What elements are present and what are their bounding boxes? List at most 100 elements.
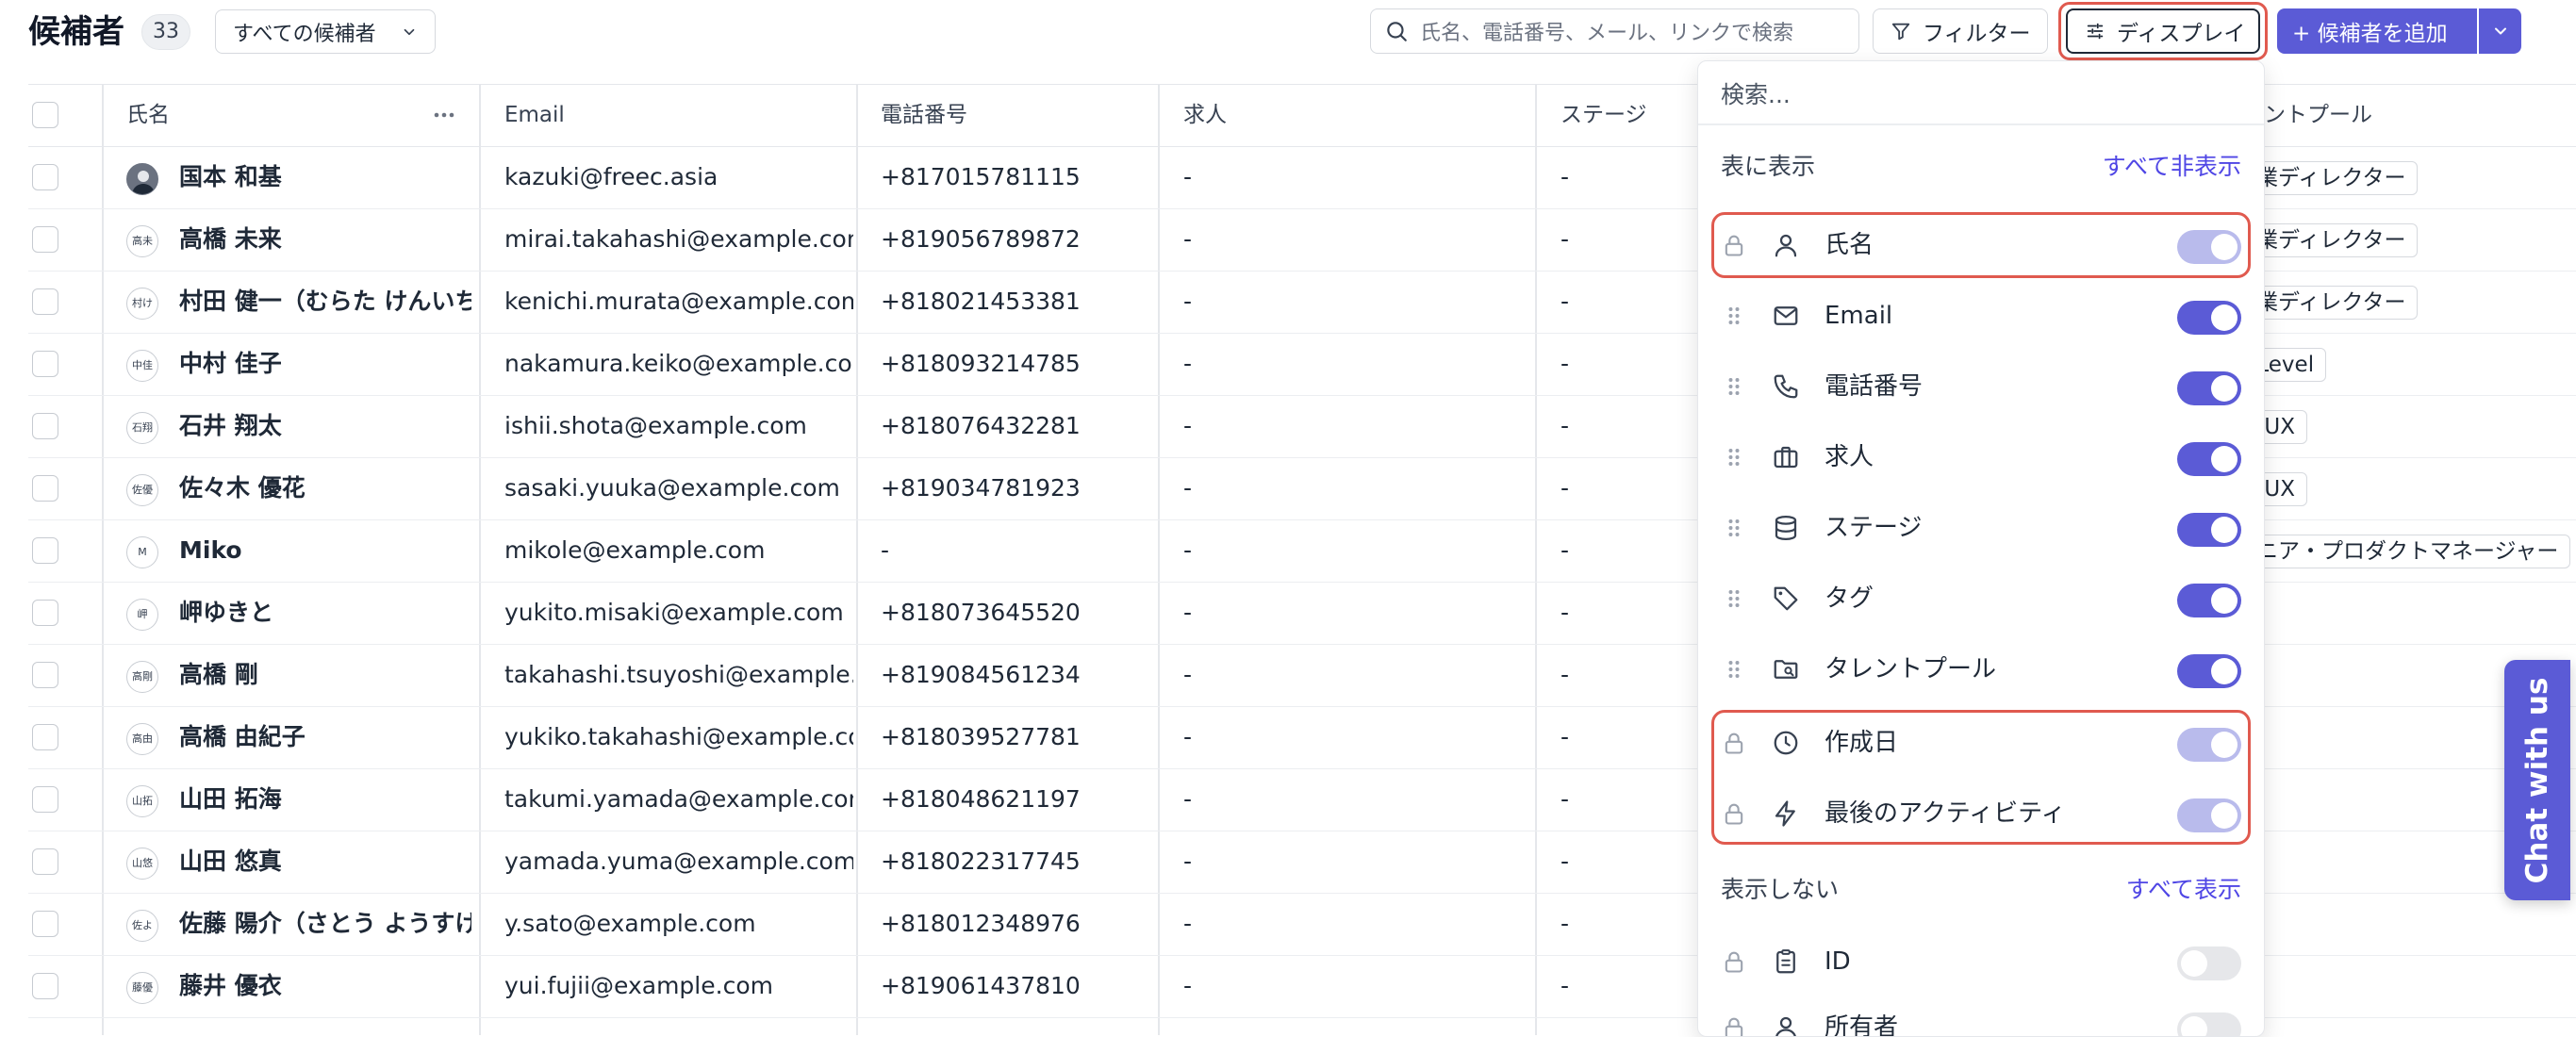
display-field-row[interactable]: タグ — [1698, 566, 2264, 632]
candidate-name[interactable]: 村田 健一（むらた けんいち） — [179, 272, 471, 332]
row-checkbox[interactable] — [32, 226, 58, 253]
drag-handle-icon[interactable] — [1721, 656, 1747, 683]
candidate-job: - — [1183, 350, 1193, 377]
display-field-row[interactable]: Email — [1698, 283, 2264, 349]
row-checkbox[interactable] — [32, 911, 58, 937]
avatar: 山拓 — [126, 785, 158, 817]
column-header-phone[interactable]: 電話番号 — [881, 85, 967, 145]
candidate-job: - — [1183, 474, 1193, 502]
display-field-row[interactable]: ステージ — [1698, 495, 2264, 561]
candidate-name[interactable]: 石井 翔太 — [179, 396, 471, 456]
display-button[interactable]: ディスプレイ — [2066, 8, 2260, 54]
row-checkbox[interactable] — [32, 413, 58, 439]
visibility-toggle[interactable] — [2177, 654, 2241, 688]
candidate-name[interactable]: 岬ゆきと — [179, 583, 471, 643]
candidate-job: - — [1183, 972, 1193, 999]
display-field-row[interactable]: 求人 — [1698, 424, 2264, 490]
avatar: 石翔 — [126, 412, 158, 444]
row-checkbox[interactable] — [32, 848, 58, 875]
candidate-email: kenichi.murata@example.com — [504, 288, 853, 315]
candidate-phone: +818048621197 — [881, 785, 1081, 813]
candidate-name[interactable]: Miko — [179, 520, 471, 581]
candidate-name[interactable]: 山田 悠真 — [179, 831, 471, 892]
candidate-email: takahashi.tsuyoshi@example.com — [504, 661, 853, 688]
row-checkbox[interactable] — [32, 164, 58, 190]
talent-pool-tag: シニア・プロダクトマネージャー — [2222, 535, 2571, 568]
filter-icon — [1891, 21, 1911, 41]
row-checkbox[interactable] — [32, 537, 58, 564]
locked-field-highlight — [1711, 212, 2251, 278]
field-label: ステージ — [1825, 514, 1923, 542]
candidate-job: - — [1183, 163, 1193, 190]
row-checkbox[interactable] — [32, 662, 58, 688]
drag-handle-icon[interactable] — [1721, 303, 1747, 329]
avatar: 村け — [126, 288, 158, 320]
candidate-email: takumi.yamada@example.com — [504, 785, 853, 813]
visibility-toggle[interactable] — [2177, 513, 2241, 547]
candidate-email: sasaki.yuuka@example.com — [504, 474, 840, 502]
visibility-toggle[interactable] — [2177, 584, 2241, 617]
add-candidate-menu-button[interactable] — [2479, 8, 2521, 54]
briefcase-icon — [1772, 443, 1800, 471]
mail-icon — [1772, 302, 1800, 330]
display-label: ディスプレイ — [2117, 22, 2246, 46]
candidate-phone: +819056789872 — [881, 225, 1081, 253]
candidate-email: yamada.yuma@example.com — [504, 848, 853, 875]
hidden-section-title: 表示しない — [1721, 876, 1840, 903]
row-checkbox[interactable] — [32, 475, 58, 502]
column-header-email[interactable]: Email — [504, 85, 565, 145]
visibility-toggle[interactable] — [2177, 301, 2241, 335]
candidate-name[interactable]: 佐々木 優花 — [179, 458, 471, 518]
row-checkbox[interactable] — [32, 724, 58, 750]
select-all-checkbox[interactable] — [32, 102, 58, 128]
candidate-name[interactable]: 高橋 剛 — [179, 645, 471, 705]
candidate-name[interactable]: 中村 佳子 — [179, 334, 471, 394]
search-input[interactable]: 氏名、電話番号、メール、リンクで検索 — [1370, 8, 1859, 54]
display-field-row[interactable]: タレントプール — [1698, 636, 2264, 702]
drag-handle-icon[interactable] — [1721, 373, 1747, 400]
locked-fields-highlight — [1711, 710, 2251, 845]
hide-all-link[interactable]: すべて非表示 — [2103, 148, 2241, 182]
avatar: 佐優 — [126, 474, 158, 506]
panel-search-input[interactable]: 検索... — [1721, 76, 1791, 110]
display-field-row[interactable]: ID — [1698, 929, 2264, 995]
column-header-stage[interactable]: ステージ — [1560, 85, 1647, 145]
add-candidate-button[interactable]: + 候補者を追加 — [2277, 8, 2477, 54]
candidate-count-badge: 33 — [141, 14, 190, 50]
column-header-name[interactable]: 氏名 — [126, 85, 170, 145]
field-label: 所有者 — [1825, 1013, 1899, 1037]
drag-handle-icon[interactable] — [1721, 515, 1747, 541]
row-checkbox[interactable] — [32, 351, 58, 377]
visibility-toggle — [2177, 946, 2241, 980]
chevron-down-icon — [2491, 22, 2510, 41]
candidate-name[interactable]: 藤井 優衣 — [179, 956, 471, 1016]
candidate-stage: - — [1560, 661, 1570, 688]
visibility-toggle[interactable] — [2177, 371, 2241, 405]
candidate-name[interactable]: 佐藤 陽介（さとう ようすけ） — [179, 894, 471, 954]
row-checkbox[interactable] — [32, 786, 58, 813]
row-checkbox[interactable] — [32, 973, 58, 999]
visibility-toggle — [2177, 1012, 2241, 1036]
candidate-name[interactable]: 山田 拓海 — [179, 769, 471, 830]
show-all-link[interactable]: すべて表示 — [2126, 871, 2241, 905]
row-checkbox[interactable] — [32, 600, 58, 626]
candidate-name[interactable]: 高橋 未来 — [179, 209, 471, 270]
avatar: M — [126, 536, 158, 568]
chat-with-us-button[interactable]: Chat with us — [2504, 660, 2570, 900]
more-icon[interactable] — [432, 104, 456, 126]
display-field-row[interactable]: 電話番号 — [1698, 354, 2264, 420]
shown-section-title: 表に表示 — [1721, 153, 1816, 180]
filter-button[interactable]: フィルター — [1873, 8, 2048, 54]
candidate-name[interactable]: 高橋 由紀子 — [179, 707, 471, 767]
drag-handle-icon[interactable] — [1721, 585, 1747, 612]
candidate-name[interactable]: 国本 和基 — [179, 147, 471, 207]
view-select[interactable]: すべての候補者 — [215, 9, 436, 54]
column-header-job[interactable]: 求人 — [1183, 85, 1227, 145]
candidate-phone: +818073645520 — [881, 599, 1081, 626]
candidate-job: - — [1183, 412, 1193, 439]
row-checkbox[interactable] — [32, 288, 58, 315]
drag-handle-icon[interactable] — [1721, 444, 1747, 470]
visibility-toggle[interactable] — [2177, 442, 2241, 476]
filter-label: フィルター — [1923, 22, 2031, 46]
display-field-row[interactable]: 所有者 — [1698, 995, 2264, 1037]
